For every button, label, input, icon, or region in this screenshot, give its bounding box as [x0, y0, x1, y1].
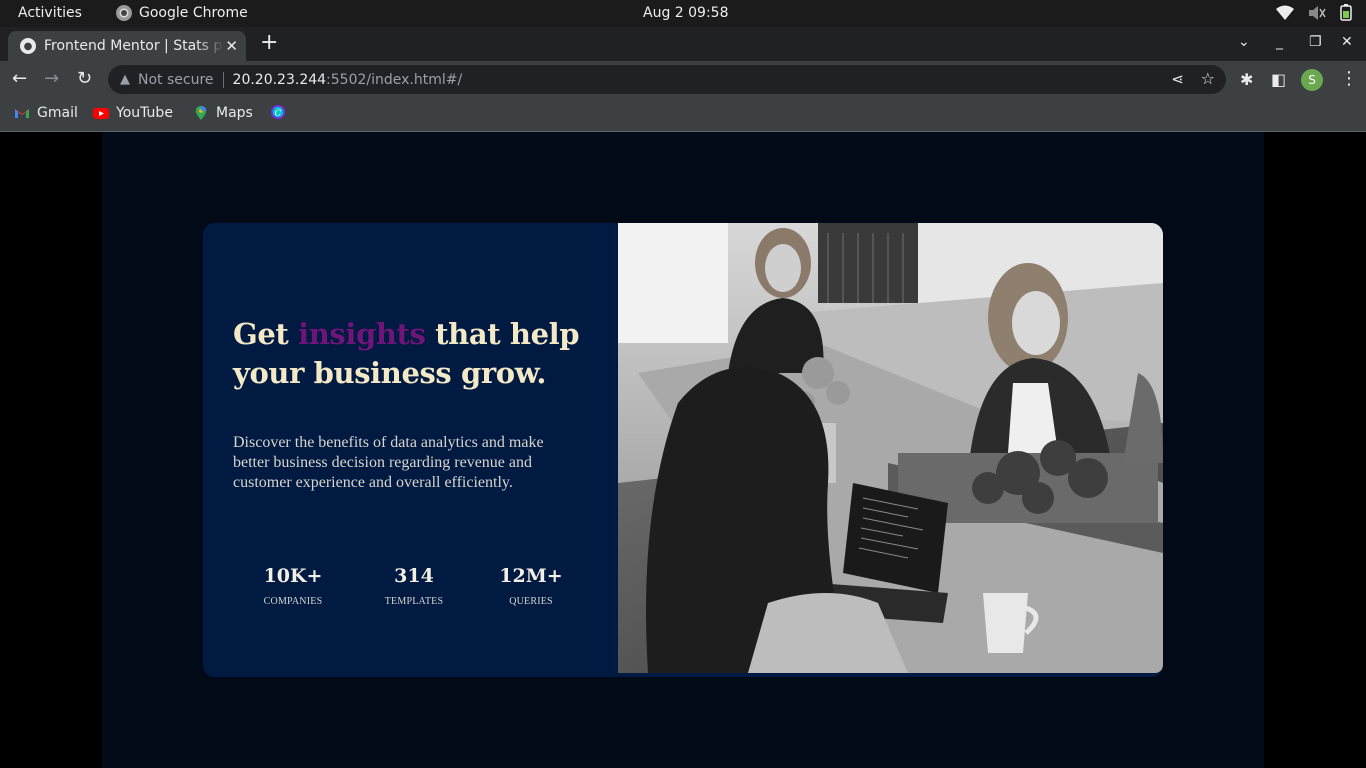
stat-templates: 314 TEMPLATES: [369, 565, 459, 607]
system-tray[interactable]: [1276, 4, 1352, 25]
bookmark-gmail[interactable]: Gmail: [14, 105, 78, 121]
menu-dots-icon[interactable]: ⋮: [1340, 68, 1358, 89]
url-path[interactable]: :5502/index.html#/: [326, 72, 462, 88]
office-photo: [618, 223, 1163, 673]
minimize-icon[interactable]: _: [1276, 34, 1283, 50]
browser-toolbar: ← → ↻ ▲ Not secure 20.20.23.244 :5502/in…: [0, 61, 1366, 98]
side-panel-icon[interactable]: ◧: [1271, 70, 1286, 89]
card-headline: Get insights that help your business gro…: [233, 315, 593, 393]
tab-close-icon[interactable]: ✕: [225, 37, 238, 55]
bookmark-label: YouTube: [116, 105, 173, 121]
clock[interactable]: Aug 2 09:58: [643, 5, 729, 21]
tab-strip: ● Frontend Mentor | Stats preview card c…: [0, 27, 1366, 61]
reload-icon[interactable]: ↻: [77, 69, 92, 89]
profile-avatar[interactable]: S: [1301, 69, 1323, 91]
bookmark-canva[interactable]: C: [270, 105, 286, 119]
gmail-icon: [15, 109, 29, 118]
bookmark-youtube[interactable]: YouTube: [93, 105, 173, 121]
system-top-bar: Activities Google Chrome Aug 2 09:58: [0, 0, 1366, 27]
frontend-mentor-favicon-icon: ●: [20, 38, 36, 54]
divider: [222, 71, 224, 88]
bookmark-maps[interactable]: Maps: [193, 105, 253, 121]
stat-label: COMPANIES: [263, 596, 323, 607]
bookmark-label: Maps: [216, 105, 253, 121]
card-description: Discover the benefits of data analytics …: [233, 434, 544, 491]
security-label[interactable]: Not secure: [138, 72, 214, 88]
close-icon[interactable]: ✕: [1341, 34, 1353, 50]
bookmarks-bar: Gmail YouTube Maps C: [0, 98, 1366, 132]
headline-highlight: insights: [298, 317, 426, 351]
chrome-icon: [116, 5, 132, 21]
tab-title: Frontend Mentor | Stats preview card com…: [44, 38, 224, 54]
stat-value: 12M+: [499, 565, 563, 587]
extensions-puzzle-icon[interactable]: ✱: [1240, 70, 1253, 89]
web-viewport: Get insights that help your business gro…: [0, 132, 1366, 768]
activities-button[interactable]: Activities: [18, 5, 82, 21]
battery-icon: [1340, 4, 1352, 25]
volume-muted-icon: [1308, 5, 1326, 25]
stat-value: 10K+: [263, 565, 323, 587]
app-name: Google Chrome: [139, 5, 248, 21]
stat-label: QUERIES: [509, 596, 553, 607]
tab-active[interactable]: ● Frontend Mentor | Stats preview card c…: [8, 31, 246, 61]
stat-label: TEMPLATES: [384, 596, 444, 607]
bookmark-label: Gmail: [37, 105, 78, 121]
url-host[interactable]: 20.20.23.244: [233, 72, 327, 88]
headline-pre: Get: [233, 317, 299, 351]
app-menu[interactable]: Google Chrome: [116, 5, 248, 21]
youtube-icon: [93, 108, 109, 119]
address-bar[interactable]: ▲ Not secure 20.20.23.244 :5502/index.ht…: [108, 65, 1226, 94]
restore-icon[interactable]: ❐: [1309, 34, 1322, 50]
stat-value: 314: [394, 565, 434, 587]
stat-queries: 12M+ QUERIES: [486, 565, 576, 607]
new-tab-button[interactable]: +: [260, 32, 278, 54]
forward-arrow-icon[interactable]: →: [44, 69, 59, 89]
page-background: Get insights that help your business gro…: [102, 132, 1264, 768]
chevron-down-icon[interactable]: ⌄: [1238, 34, 1250, 50]
stat-companies: 10K+ COMPANIES: [248, 565, 338, 607]
warning-icon[interactable]: ▲: [120, 72, 130, 87]
back-arrow-icon[interactable]: ←: [12, 69, 27, 89]
bookmark-star-icon[interactable]: ☆: [1201, 69, 1215, 88]
wifi-icon: [1276, 5, 1294, 25]
svg-text:C: C: [275, 109, 282, 119]
canva-icon: C: [271, 105, 285, 119]
stats-preview-card: Get insights that help your business gro…: [203, 223, 1163, 677]
share-icon[interactable]: ⋖: [1171, 70, 1184, 88]
maps-icon: [195, 106, 207, 120]
